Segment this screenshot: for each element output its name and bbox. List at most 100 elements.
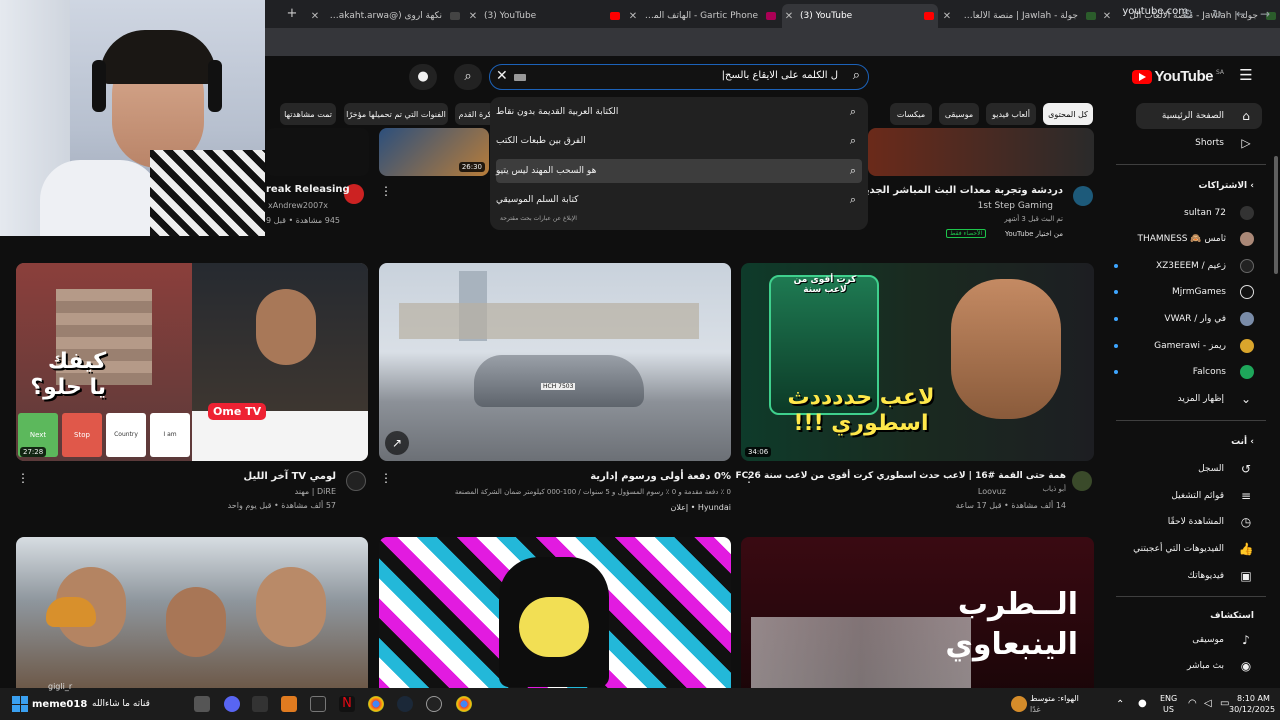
report-suggestions-link[interactable]: الإبلاغ عن عبارات بحث مقترحة [500,215,577,222]
voice-search-button[interactable]: ● [409,64,437,90]
sidebar-item-vwar[interactable]: VWAR / في وار [1114,306,1254,332]
sidebar-item-playlists[interactable]: قوائم التشغيل ≡ [1171,483,1254,509]
speaker-icon[interactable]: ◁ [1204,698,1212,709]
reload-icon[interactable]: ↻ [1209,6,1225,22]
url-field[interactable]: youtube.com [1122,6,1188,17]
sponsor-label[interactable]: Hyundai • إعلان [670,503,731,512]
video-title[interactable]: دردشة وتجربة معدات البث المباشر الجديدة [854,185,1063,196]
suggestion-item[interactable]: الكتابة العربية القديمة بدون نقاط ⌕ [496,100,862,124]
more-options-icon[interactable]: ⋮ [380,471,392,485]
channel-avatar[interactable] [346,471,366,491]
chevron-up-icon[interactable]: ⌃ [1116,699,1124,710]
video-thumbnail[interactable]: كرت أقوى من لاعب سنة لاعب حددددث اسطوري … [741,263,1094,461]
back-icon[interactable]: → [1257,6,1273,22]
close-icon[interactable]: ✕ [626,11,640,22]
close-icon[interactable]: ✕ [466,11,480,22]
sidebar-item-thamness[interactable]: THAMNESS 🙈 ثامس [1114,226,1254,252]
channel-name[interactable]: DiRE | مهند [295,487,336,496]
sidebar-item-sultan[interactable]: sultan 72 [1114,200,1254,226]
sidebar-item-shorts[interactable]: Shorts ▷ [1195,130,1254,156]
search-box[interactable]: ✕ ل الكلمه على الايقاع بالسح| ⌕ [489,64,869,90]
close-icon[interactable]: ✕ [782,11,796,22]
external-link-icon[interactable]: ↗ [385,431,409,455]
chip-football[interactable]: كرة القدم [455,103,495,125]
clock-date[interactable]: 30/12/2025 [1229,705,1275,714]
sidebar-item-mjrmgames[interactable]: MjrmGames [1114,279,1254,305]
video-title[interactable]: لومي TV آخر الليل [244,471,336,482]
epic-games-icon[interactable] [310,696,326,712]
netflix-icon[interactable]: N [339,696,355,712]
channel-avatar[interactable] [1072,471,1092,491]
chip-all[interactable]: كل المحتوى [1043,103,1093,125]
suggestion-item[interactable]: كتابة السلم الموسيقي ⌕ [496,188,862,212]
clock-time[interactable]: 8:10 AM [1237,694,1270,703]
sidebar-item-liked[interactable]: الفيديوهات التي أعجبتني 👍 [1133,536,1254,562]
region-indicator[interactable]: US [1163,705,1174,714]
chip-video-games[interactable]: ألعاب فيديو [986,103,1036,125]
chip-music[interactable]: موسيقى [939,103,979,125]
app-icon[interactable] [281,696,297,712]
hamburger-menu-icon[interactable]: ☰ [1238,68,1254,83]
wifi-icon[interactable]: ◠ [1188,698,1197,709]
forward-icon[interactable]: ← [1233,6,1249,22]
more-options-icon[interactable]: ⋮ [380,184,392,198]
new-tab-button[interactable]: + [284,6,300,22]
language-indicator[interactable]: ENG [1160,694,1177,703]
tab-jawlah-2[interactable]: ✕ جولة - Jawlah | منصة الألعاب ال [940,4,1100,28]
tab-youtube-active[interactable]: ✕ (3) YouTube [782,4,938,28]
sidebar-item-history[interactable]: السجل ↺ [1198,456,1254,482]
chip-mixes[interactable]: ميكسات [890,103,932,125]
tune-icon[interactable]: ⚙ [1180,6,1196,22]
subscriptions-heading[interactable]: الاشتراكات ‹ [1198,181,1254,191]
weather-icon[interactable] [1011,696,1027,712]
chrome-icon[interactable] [368,696,384,712]
video-title[interactable]: همة حتى القمة #16 | لاعب حدث اسطوري كرت … [736,471,1066,481]
channel-name[interactable]: 1st Step Gaming [978,201,1053,211]
tab-tiktok[interactable]: ✕ نكهة أروى (@nakaht.arwa) | TikTok [308,4,464,28]
sidebar-item-gamerawi[interactable]: Gamerawi - ريمز [1114,333,1254,359]
search-button[interactable]: ⌕ [454,64,482,90]
more-options-icon[interactable]: ⋮ [743,471,755,485]
close-icon[interactable]: ✕ [1100,11,1114,22]
channel-name[interactable]: xAndrew2007x [268,201,328,210]
keyboard-icon[interactable] [514,74,526,81]
file-explorer-icon[interactable] [194,696,210,712]
app-icon[interactable] [426,696,442,712]
video-thumbnail[interactable] [379,537,731,697]
steam-icon[interactable] [397,696,413,712]
sidebar-item-falcons[interactable]: Falcons [1114,359,1254,385]
video-thumbnail[interactable]: 26:30 [379,128,489,176]
discord-icon[interactable] [224,696,240,712]
close-icon[interactable]: ✕ [308,11,322,22]
tab-gartic[interactable]: ✕ Gartic Phone - الهاتف المكسور [626,4,780,28]
channel-avatar[interactable] [1073,186,1093,206]
search-input[interactable]: ل الكلمه على الايقاع بالسح| [722,70,838,81]
sidebar-item-live[interactable]: بث مباشر ◉ [1187,653,1254,679]
video-title[interactable]: reak Releasing [266,184,350,195]
video-thumbnail[interactable]: الــطرب الينبعاوي [741,537,1094,697]
close-icon[interactable]: ✕ [940,11,954,22]
chip-recently-uploaded[interactable]: الفنوات التي تم تحميلها مؤخرًا [344,103,448,125]
microphone-icon[interactable]: ● [1138,698,1147,709]
more-options-icon[interactable]: ⋮ [17,471,29,485]
sidebar-item-music[interactable]: موسيقى ♪ [1192,627,1254,653]
chip-watched[interactable]: تمت مشاهدتها [280,103,336,125]
video-thumbnail[interactable] [266,128,369,176]
sidebar-item-your-videos[interactable]: فيديوهاتك ▣ [1188,563,1254,589]
chrome-icon[interactable] [456,696,472,712]
scrollbar[interactable] [1274,156,1278,274]
youtube-logo[interactable]: YouTube SA [1131,68,1224,85]
windows-start-icon[interactable] [12,696,28,712]
ad-title[interactable]: 0% دفعة أولى ورسوم إدارية [590,471,731,482]
sidebar-item-home[interactable]: الصفحة الرئيسية ⌂ [1136,103,1262,129]
video-thumbnail[interactable] [868,128,1094,176]
sidebar-show-more[interactable]: إظهار المزيد ⌄ [1178,386,1254,412]
clear-search-icon[interactable]: ✕ [496,68,508,84]
suggestion-item[interactable]: هو السحب المهند ليس يتيو ⌕ [496,159,862,183]
video-thumbnail[interactable]: كيفك يا حلو؟ Ome TV Next Stop Country I … [16,263,368,461]
video-thumbnail[interactable] [16,537,368,697]
sidebar-item-xz3eeem[interactable]: XZ3EEEM / زعيم [1114,253,1254,279]
bm-app-icon[interactable] [252,696,268,712]
ad-thumbnail[interactable]: HCH 7503 ↗ [379,263,731,461]
tab-youtube-2[interactable]: ✕ (3) YouTube [466,4,624,28]
